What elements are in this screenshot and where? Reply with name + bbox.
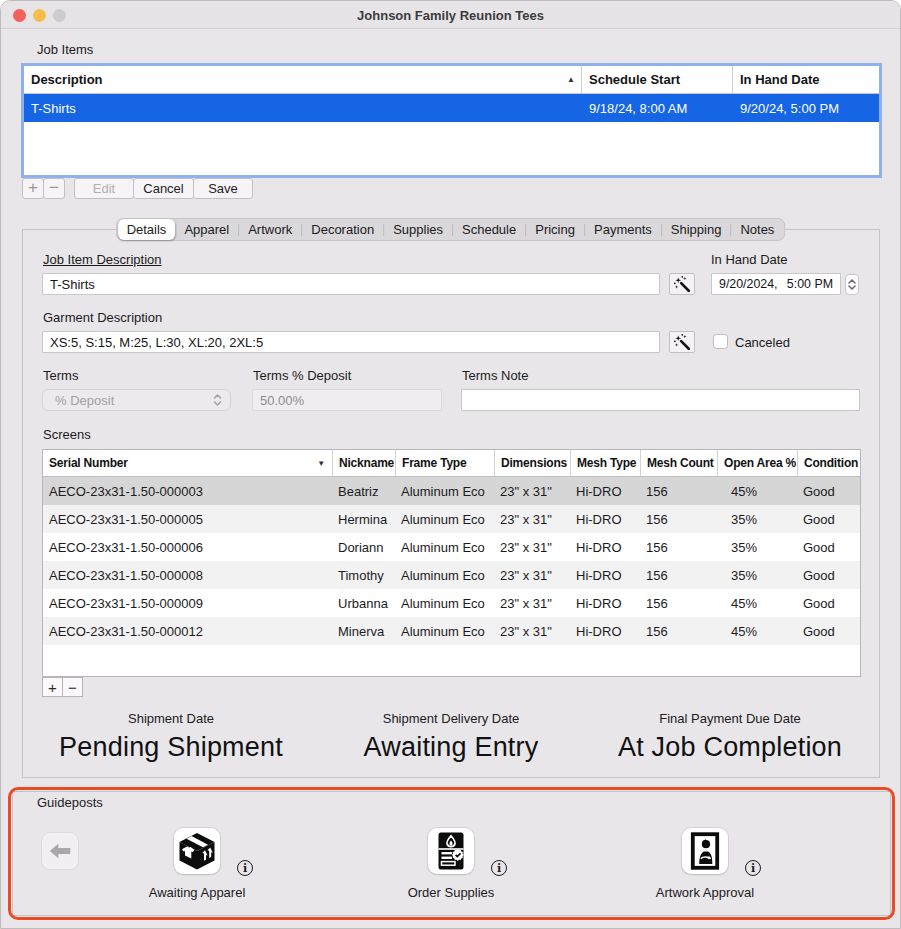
tab-details[interactable]: Details xyxy=(118,219,176,240)
awaiting-apparel-button[interactable] xyxy=(174,828,220,874)
shipment-date-label: Shipment Date xyxy=(128,711,214,726)
job-col-schedule-start[interactable]: Schedule Start xyxy=(581,66,732,93)
add-screen-button[interactable]: + xyxy=(42,677,63,697)
in-hand-date-label: In Hand Date xyxy=(711,252,788,267)
artwork-icon xyxy=(685,831,725,871)
terms-deposit-label: Terms % Deposit xyxy=(253,368,351,383)
screens-row[interactable]: AECO-23x31-1.50-000008TimothyAluminum Ec… xyxy=(43,561,860,589)
magic-wand-icon xyxy=(673,275,692,294)
screens-col-mesh-count[interactable]: Mesh Count xyxy=(640,450,717,476)
screens-col-dimensions[interactable]: Dimensions xyxy=(494,450,570,476)
tab-apparel[interactable]: Apparel xyxy=(175,219,238,240)
screens-col-serial[interactable]: Serial Number ▼ xyxy=(43,450,332,476)
tab-payments[interactable]: Payments xyxy=(585,219,661,240)
tab-artwork[interactable]: Artwork xyxy=(239,219,301,240)
screens-col-condition[interactable]: Condition xyxy=(797,450,860,476)
sort-ascending-icon: ▲ xyxy=(567,75,575,84)
screens-col-serial-label: Serial Number xyxy=(49,456,128,470)
magic-wand-button[interactable] xyxy=(669,273,695,295)
job-item-description-label: Job Item Description xyxy=(43,252,162,267)
job-col-in-hand-date[interactable]: In Hand Date xyxy=(732,66,879,93)
shipment-date-value: Pending Shipment xyxy=(59,732,283,763)
terms-label: Terms xyxy=(43,368,78,383)
remove-job-item-button[interactable]: − xyxy=(43,178,65,199)
screens-col-frame-type[interactable]: Frame Type xyxy=(395,450,494,476)
tab-pricing[interactable]: Pricing xyxy=(526,219,584,240)
save-button[interactable]: Save xyxy=(193,178,253,199)
canceled-label: Canceled xyxy=(735,335,790,350)
job-item-description-input[interactable]: T-Shirts xyxy=(42,273,660,295)
guideposts-back-button[interactable] xyxy=(41,832,79,870)
garment-description-label: Garment Description xyxy=(43,310,162,325)
screens-row[interactable]: AECO-23x31-1.50-000012MinervaAluminum Ec… xyxy=(43,617,860,645)
screens-label: Screens xyxy=(43,427,91,442)
screens-table[interactable]: Serial Number ▼ Nickname Frame Type Dimen… xyxy=(42,449,861,677)
stepper-down-icon xyxy=(848,285,856,290)
window-title: Johnson Family Reunion Tees xyxy=(1,1,900,29)
tab-shipping[interactable]: Shipping xyxy=(662,219,731,240)
cancel-button[interactable]: Cancel xyxy=(133,178,194,199)
job-items-row-selected[interactable]: T-Shirts 9/18/24, 8:00 AM 9/20/24, 5:00 … xyxy=(24,94,879,122)
magic-wand-button-2[interactable] xyxy=(669,331,695,353)
shipment-delivery-date-label: Shipment Delivery Date xyxy=(383,711,520,726)
remove-screen-button[interactable]: − xyxy=(62,677,83,697)
artwork-approval-info-icon[interactable]: i xyxy=(745,860,761,876)
tab-notes[interactable]: Notes xyxy=(731,219,783,240)
add-job-item-button[interactable]: + xyxy=(22,178,44,199)
tab-bar: Details Apparel Artwork Decoration Suppl… xyxy=(116,218,786,241)
tab-supplies[interactable]: Supplies xyxy=(384,219,452,240)
tab-decoration[interactable]: Decoration xyxy=(302,219,383,240)
job-items-header[interactable]: Description▲ Schedule Start In Hand Date xyxy=(24,66,879,94)
screens-col-mesh-type[interactable]: Mesh Type xyxy=(570,450,640,476)
job-col-description[interactable]: Description▲ xyxy=(24,66,581,93)
window: Johnson Family Reunion Tees Job Items De… xyxy=(0,0,901,929)
screens-header[interactable]: Serial Number ▼ Nickname Frame Type Dimen… xyxy=(43,450,860,477)
title-bar: Johnson Family Reunion Tees xyxy=(1,1,900,29)
tab-schedule[interactable]: Schedule xyxy=(453,219,525,240)
stepper-up-icon xyxy=(848,279,856,284)
screens-col-nickname[interactable]: Nickname xyxy=(332,450,395,476)
package-icon xyxy=(177,831,217,871)
date-stepper[interactable] xyxy=(845,274,859,295)
shipment-delivery-date-value: Awaiting Entry xyxy=(364,732,539,763)
order-supplies-label: Order Supplies xyxy=(408,885,495,900)
awaiting-apparel-info-icon[interactable]: i xyxy=(237,860,253,876)
sort-descending-icon: ▼ xyxy=(317,459,325,468)
screens-row[interactable]: AECO-23x31-1.50-000006DoriannAluminum Ec… xyxy=(43,533,860,561)
order-supplies-info-icon[interactable]: i xyxy=(491,860,507,876)
screens-col-open-area[interactable]: Open Area % xyxy=(717,450,797,476)
terms-deposit-input: 50.00% xyxy=(252,389,442,411)
screens-row[interactable]: AECO-23x31-1.50-000009UrbannaAluminum Ec… xyxy=(43,589,860,617)
order-supplies-button[interactable] xyxy=(428,828,474,874)
screens-row[interactable]: AECO-23x31-1.50-000005HerminaAluminum Ec… xyxy=(43,505,860,533)
final-payment-due-date-value: At Job Completion xyxy=(618,732,842,763)
screens-row[interactable]: AECO-23x31-1.50-000003BeatrizAluminum Ec… xyxy=(43,477,860,505)
terms-dropdown: % Deposit xyxy=(42,389,231,411)
garment-description-input[interactable]: XS:5, S:15, M:25, L:30, XL:20, 2XL:5 xyxy=(42,331,660,353)
in-hand-date-input[interactable]: 9/20/2024, 5:00 PM xyxy=(711,273,841,295)
awaiting-apparel-label: Awaiting Apparel xyxy=(149,885,246,900)
terms-note-label: Terms Note xyxy=(462,368,528,383)
guideposts-label: Guideposts xyxy=(37,795,103,810)
edit-button: Edit xyxy=(74,178,134,199)
artwork-approval-button[interactable] xyxy=(682,828,728,874)
supplies-icon xyxy=(431,831,471,871)
magic-wand-icon xyxy=(673,333,692,352)
dropdown-chevrons-icon xyxy=(213,393,222,407)
job-items-label: Job Items xyxy=(37,42,93,57)
artwork-approval-label: Artwork Approval xyxy=(656,885,754,900)
job-items-table[interactable]: Description▲ Schedule Start In Hand Date… xyxy=(21,63,882,178)
canceled-checkbox[interactable] xyxy=(713,334,728,349)
terms-note-input[interactable] xyxy=(461,389,860,411)
final-payment-due-date-label: Final Payment Due Date xyxy=(659,711,801,726)
back-arrow-icon xyxy=(47,841,73,861)
